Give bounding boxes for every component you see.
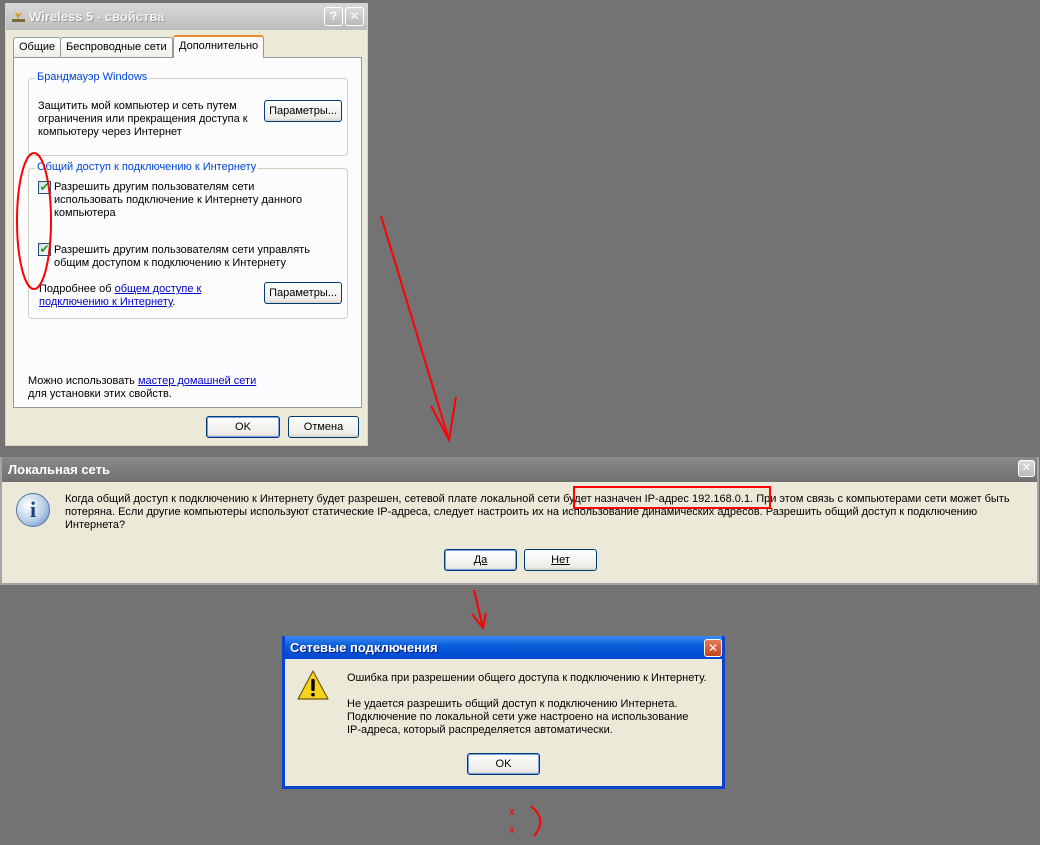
yes-button[interactable]: Да bbox=[444, 549, 517, 571]
properties-titlebar[interactable]: Wireless 5 - свойства ? ✕ bbox=[6, 4, 367, 30]
allow-control-checkbox[interactable]: ✔ bbox=[38, 243, 51, 256]
firewall-settings-button[interactable]: Параметры... bbox=[264, 100, 342, 122]
local-network-title: Локальная сеть bbox=[8, 462, 110, 477]
firewall-description-line1: Защитить мой компьютер и сеть путем bbox=[38, 100, 237, 112]
allow-control-label-line1: Разрешить другим пользователям сети упра… bbox=[54, 244, 310, 256]
more-info-line1: Подробнее об общем доступе к bbox=[39, 283, 201, 296]
allow-connection-checkbox[interactable]: ✔ bbox=[38, 181, 51, 194]
no-button[interactable]: Нет bbox=[524, 549, 597, 571]
wizard-prefix: Можно использовать bbox=[28, 375, 138, 387]
cancel-button[interactable]: Отмена bbox=[288, 416, 359, 438]
allow-control-label-line2: общим доступом к подключению к Интернету bbox=[54, 257, 286, 269]
ics-help-link-part2[interactable]: подключению к Интернету bbox=[39, 296, 172, 308]
smiley-eye-2: x bbox=[509, 824, 515, 836]
home-network-wizard-link[interactable]: мастер домашней сети bbox=[138, 375, 256, 387]
small-arrow-head bbox=[471, 612, 487, 631]
firewall-description-line2: ограничения или прекращения доступа к bbox=[38, 113, 248, 125]
allow-connection-label-line1: Разрешить другим пользователям сети bbox=[54, 181, 255, 193]
ics-group: Общий доступ к подключению к Интернету ✔… bbox=[28, 161, 348, 319]
tab-wireless-networks[interactable]: Беспроводные сети bbox=[60, 37, 173, 57]
close-button[interactable]: ✕ bbox=[704, 639, 722, 657]
red-arrow-head bbox=[430, 396, 457, 444]
ics-group-legend: Общий доступ к подключению к Интернету bbox=[35, 161, 259, 173]
advanced-tab-panel: Брандмауэр Windows Защитить мой компьюте… bbox=[13, 57, 362, 408]
message-line1-part3: При этом связь с компьютерами сети может… bbox=[753, 493, 1010, 505]
ics-settings-button[interactable]: Параметры... bbox=[264, 282, 342, 304]
more-info-line2: подключению к Интернету. bbox=[39, 296, 175, 309]
close-button[interactable]: ✕ bbox=[1018, 460, 1035, 477]
local-network-dialog: Локальная сеть ✕ i Когда общий доступ к … bbox=[0, 457, 1039, 585]
allow-connection-label-line3: компьютера bbox=[54, 207, 116, 219]
local-network-message-line3: Интернета? bbox=[65, 519, 126, 531]
tab-general[interactable]: Общие bbox=[13, 37, 62, 57]
ok-button[interactable]: OK bbox=[206, 416, 280, 438]
local-network-titlebar[interactable]: Локальная сеть ✕ bbox=[2, 457, 1037, 482]
help-button[interactable]: ? bbox=[324, 7, 343, 26]
network-connections-title: Сетевые подключения bbox=[290, 640, 438, 655]
firewall-group: Брандмауэр Windows Защитить мой компьюте… bbox=[28, 71, 348, 156]
red-arrow-line bbox=[380, 215, 450, 441]
ok-button[interactable]: OK bbox=[467, 753, 540, 775]
properties-title: Wireless 5 - свойства bbox=[29, 9, 165, 24]
firewall-description-line3: компьютеру через Интернет bbox=[38, 126, 182, 138]
allow-connection-label-line2: использовать подключение к Интернету дан… bbox=[54, 194, 303, 206]
smiley-eye-1: x bbox=[509, 806, 515, 818]
more-info-suffix: . bbox=[172, 296, 176, 308]
error-message-line4: IP-адреса, который распределяется автома… bbox=[347, 724, 613, 736]
error-message-line1: Ошибка при разрешении общего доступа к п… bbox=[347, 672, 707, 684]
more-info-prefix: Подробнее об bbox=[39, 283, 115, 295]
tab-advanced[interactable]: Дополнительно bbox=[173, 35, 265, 58]
network-connections-titlebar[interactable]: Сетевые подключения ✕ bbox=[285, 636, 722, 659]
firewall-group-legend: Брандмауэр Windows bbox=[35, 71, 150, 83]
error-message-line2: Не удается разрешить общий доступ к подк… bbox=[347, 698, 678, 710]
small-arrow-line bbox=[473, 589, 484, 629]
warning-icon bbox=[297, 670, 329, 700]
error-message-line3: Подключение по локальной сети уже настро… bbox=[347, 711, 689, 723]
local-network-message-line2: потеряна. Если другие компьютеры использ… bbox=[65, 506, 978, 518]
message-line1-part1: Когда общий доступ к подключению к Интер… bbox=[65, 493, 564, 505]
info-icon: i bbox=[16, 493, 50, 527]
close-button[interactable]: ✕ bbox=[345, 7, 364, 26]
wizard-line1: Можно использовать мастер домашней сети bbox=[28, 375, 256, 388]
network-connection-icon bbox=[12, 10, 25, 22]
properties-window: Wireless 5 - свойства ? ✕ Общие Беспрово… bbox=[5, 3, 368, 446]
ics-help-link-part1[interactable]: общем доступе к bbox=[115, 283, 202, 295]
sad-smiley-mouth bbox=[530, 805, 542, 837]
network-connections-dialog: Сетевые подключения ✕ Ошибка при разреше… bbox=[282, 636, 725, 789]
wizard-line2: для установки этих свойств. bbox=[28, 388, 172, 400]
ip-address-text: будет назначен IP-адрес 192.168.0.1. bbox=[563, 493, 754, 505]
local-network-message-line1: Когда общий доступ к подключению к Интер… bbox=[65, 493, 1010, 506]
